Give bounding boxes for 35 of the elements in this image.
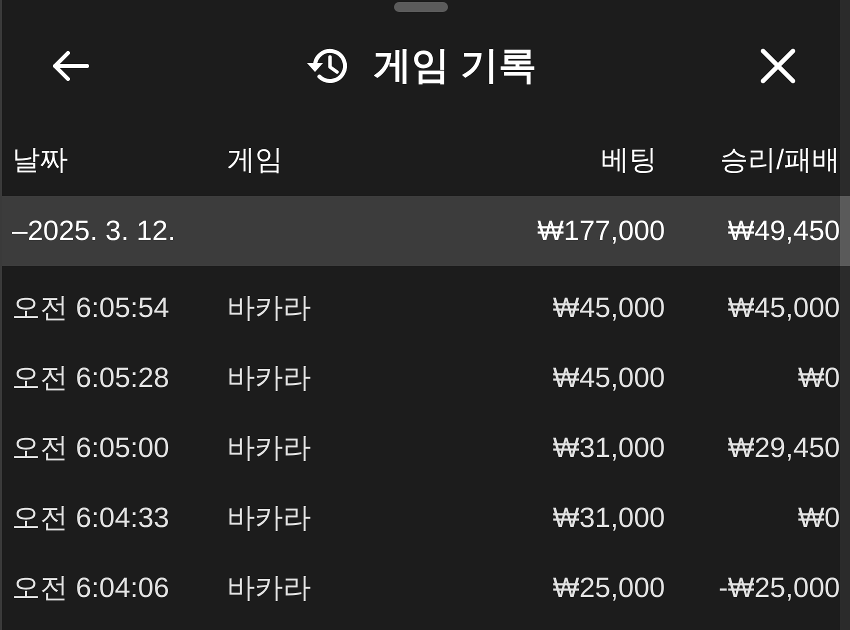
- back-arrow-icon: [51, 50, 89, 82]
- time-cell: 오전 6:05:00: [12, 434, 170, 462]
- group-result-total: ₩49,450: [728, 217, 840, 245]
- date-column-header[interactable]: 날짜: [12, 146, 68, 174]
- bet-cell: ₩31,000: [552, 504, 665, 532]
- scrollbar[interactable]: [840, 0, 850, 630]
- game-cell: 바카라: [227, 574, 311, 602]
- window-title: 게임 기록: [374, 47, 536, 85]
- game-cell: 바카라: [227, 364, 311, 392]
- bet-cell: ₩25,000: [552, 574, 665, 602]
- bet-column-header[interactable]: 베팅: [601, 146, 657, 174]
- game-cell: 바카라: [227, 294, 311, 322]
- result-cell: ₩29,450: [728, 434, 840, 462]
- bet-cell: ₩31,000: [552, 434, 665, 462]
- time-cell: 오전 6:04:33: [12, 504, 170, 532]
- bet-cell: ₩45,000: [552, 364, 665, 392]
- game-column-header[interactable]: 게임: [227, 146, 283, 174]
- time-cell: 오전 6:05:28: [12, 364, 170, 392]
- drag-handle[interactable]: [394, 2, 448, 12]
- result-cell: ₩45,000: [728, 294, 840, 322]
- scrollbar-thumb[interactable]: [840, 196, 850, 266]
- group-date: –2025. 3. 12.: [12, 217, 176, 245]
- time-cell: 오전 6:04:06: [12, 574, 170, 602]
- history-icon: [306, 46, 350, 86]
- date-group-row[interactable]: –2025. 3. 12. ₩177,000 ₩49,450: [2, 196, 840, 266]
- game-cell: 바카라: [227, 434, 311, 462]
- result-cell: ₩0: [798, 504, 840, 532]
- result-cell: ₩0: [798, 364, 840, 392]
- result-column-header[interactable]: 승리/패배: [720, 146, 840, 174]
- time-cell: 오전 6:05:54: [12, 294, 170, 322]
- result-cell: -₩25,000: [718, 574, 840, 602]
- bet-cell: ₩45,000: [552, 294, 665, 322]
- group-bet-total: ₩177,000: [537, 217, 665, 245]
- game-cell: 바카라: [227, 504, 311, 532]
- close-icon: [760, 48, 796, 84]
